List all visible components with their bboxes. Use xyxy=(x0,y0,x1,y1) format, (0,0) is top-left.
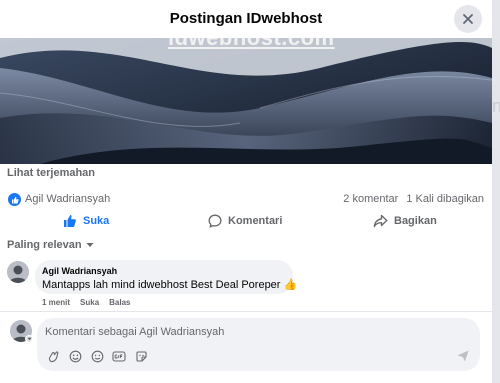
dialog-title: Postingan IDwebhost xyxy=(169,10,323,27)
comment-label: Komentari xyxy=(228,215,283,227)
comment-button[interactable]: Komentari xyxy=(208,214,282,228)
background-page: n xyxy=(492,0,500,383)
comment-time[interactable]: 1 menit xyxy=(42,298,70,307)
gif-button[interactable] xyxy=(112,349,126,363)
comment-bubble: Agil Wadriansyah Mantapps lah mind idweb… xyxy=(35,260,297,294)
post-image[interactable]: idwebhost.com xyxy=(0,38,492,164)
profile-switch-chevron-icon[interactable] xyxy=(25,335,33,343)
smiley-button[interactable] xyxy=(90,349,104,363)
share-button[interactable]: Bagikan xyxy=(373,214,437,228)
background-page-fragment: n xyxy=(492,96,500,116)
comment-like-link[interactable]: Suka xyxy=(80,298,99,307)
chevron-down-icon xyxy=(86,243,94,247)
thumbs-up-emoji: 👍 xyxy=(283,279,298,291)
sticker-icon xyxy=(135,350,147,362)
comment-icon xyxy=(208,214,222,228)
avatar-sticker-icon xyxy=(48,350,58,362)
comment-sort-dropdown[interactable]: Paling relevan xyxy=(7,239,94,251)
emoji-button[interactable] xyxy=(68,349,82,363)
comment-reply-link[interactable]: Balas xyxy=(109,298,130,307)
comment-text: Mantapps lah mind idwebhost Best Deal Po… xyxy=(42,278,297,291)
emoji-icon xyxy=(69,350,81,362)
see-translation-link[interactable]: Lihat terjemahan xyxy=(7,167,95,179)
dunes-image xyxy=(0,38,492,164)
comment-sort-label: Paling relevan xyxy=(7,239,82,251)
post-dialog: Postingan IDwebhost Lihat terjemahan Agi… xyxy=(0,0,492,383)
composer-tools xyxy=(46,349,148,363)
comment-count[interactable]: 2 komentar xyxy=(343,193,398,205)
image-overlay-text: idwebhost.com xyxy=(168,38,335,51)
share-label: Bagikan xyxy=(394,215,437,227)
dialog-header: Postingan IDwebhost xyxy=(0,0,492,38)
like-icon xyxy=(64,215,76,227)
avatar-sticker-button[interactable] xyxy=(46,349,60,363)
smile-icon xyxy=(91,350,103,362)
comment-composer xyxy=(37,318,480,371)
reactor-name[interactable]: Agil Wadriansyah xyxy=(25,193,110,205)
send-button[interactable] xyxy=(455,348,471,364)
sticker-button[interactable] xyxy=(134,349,148,363)
commenter-avatar[interactable] xyxy=(7,261,29,283)
composer-divider xyxy=(0,311,492,312)
comment-meta: 1 menit Suka Balas xyxy=(42,298,141,307)
share-count[interactable]: 1 Kali dibagikan xyxy=(406,193,484,205)
reaction-summary: Agil Wadriansyah 2 komentar 1 Kali dibagi… xyxy=(8,193,484,207)
comment-body: Mantapps lah mind idwebhost Best Deal Po… xyxy=(42,279,281,291)
send-icon xyxy=(457,350,469,362)
like-button[interactable]: Suka xyxy=(63,214,109,228)
like-reaction-icon xyxy=(8,193,21,206)
share-icon xyxy=(373,214,388,228)
like-label: Suka xyxy=(83,215,110,227)
gif-icon xyxy=(112,350,126,362)
engagement-counts: 2 komentar 1 Kali dibagikan xyxy=(343,193,484,205)
close-button[interactable] xyxy=(454,5,482,33)
post-actions: Suka Komentari Bagikan xyxy=(0,210,492,234)
comment-input[interactable] xyxy=(45,324,445,340)
close-icon xyxy=(463,14,473,24)
comment-author[interactable]: Agil Wadriansyah xyxy=(42,266,286,276)
